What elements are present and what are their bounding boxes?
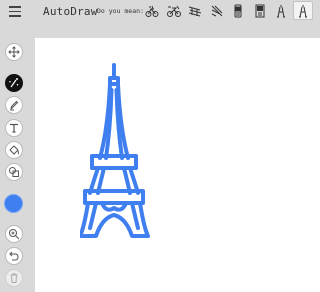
bicycle-sketch-3-icon [188, 6, 202, 16]
draw-tool-button[interactable] [5, 96, 23, 114]
shape-tool-button[interactable] [5, 163, 23, 181]
suggestion-eiffel-small[interactable] [271, 1, 291, 20]
suggestion-strip [142, 1, 314, 22]
zoom-in-icon [9, 229, 20, 240]
suggestion-phone[interactable] [228, 1, 248, 20]
delete-button[interactable] [5, 269, 23, 287]
hamburger-icon-line [9, 6, 21, 8]
type-tool-button[interactable] [5, 119, 23, 137]
suggestion-bicycle-2[interactable] [164, 1, 184, 20]
drawing-canvas[interactable] [35, 38, 320, 292]
text-t-icon [10, 123, 18, 133]
paint-bucket-icon [9, 145, 19, 155]
zoom-tool-button[interactable] [5, 225, 23, 243]
windmill-sketch-icon [211, 5, 222, 16]
hamburger-icon-line [9, 10, 21, 12]
bicycle-sketch-2-icon [166, 5, 181, 17]
suggestions-label: Do you mean: [97, 7, 144, 15]
undo-button[interactable] [5, 247, 23, 265]
suggestion-tower-clock[interactable] [250, 1, 270, 20]
app-title: AutoDraw [43, 5, 98, 18]
autodraw-wand-icon [9, 78, 19, 88]
move-tool-button[interactable] [5, 43, 23, 61]
tower-clock-sketch-icon [255, 4, 264, 17]
pencil-icon [10, 100, 19, 111]
eiffel-tower-small-icon [277, 4, 285, 17]
phone-sketch-icon [234, 4, 242, 17]
suggestion-bicycle-1[interactable] [142, 1, 162, 20]
undo-icon [9, 251, 19, 261]
fill-tool-button[interactable] [5, 141, 23, 159]
top-toolbar: AutoDraw Do you mean: [0, 0, 320, 23]
autodraw-tool-button[interactable] [5, 74, 23, 92]
menu-button[interactable] [7, 3, 23, 19]
move-arrows-icon [8, 46, 20, 58]
suggestion-eiffel-selected[interactable] [292, 1, 313, 20]
shapes-icon [9, 167, 19, 177]
bicycle-sketch-icon [145, 5, 159, 17]
suggestion-windmill[interactable] [207, 1, 227, 20]
suggestion-bicycle-3[interactable] [185, 1, 205, 20]
eiffel-tower-selected-icon [298, 4, 307, 17]
tool-sidebar [0, 23, 35, 292]
eiffel-tower-drawing[interactable] [80, 58, 180, 248]
color-picker-button[interactable] [4, 194, 23, 213]
hamburger-icon-line [9, 15, 21, 17]
trash-icon [10, 273, 18, 283]
